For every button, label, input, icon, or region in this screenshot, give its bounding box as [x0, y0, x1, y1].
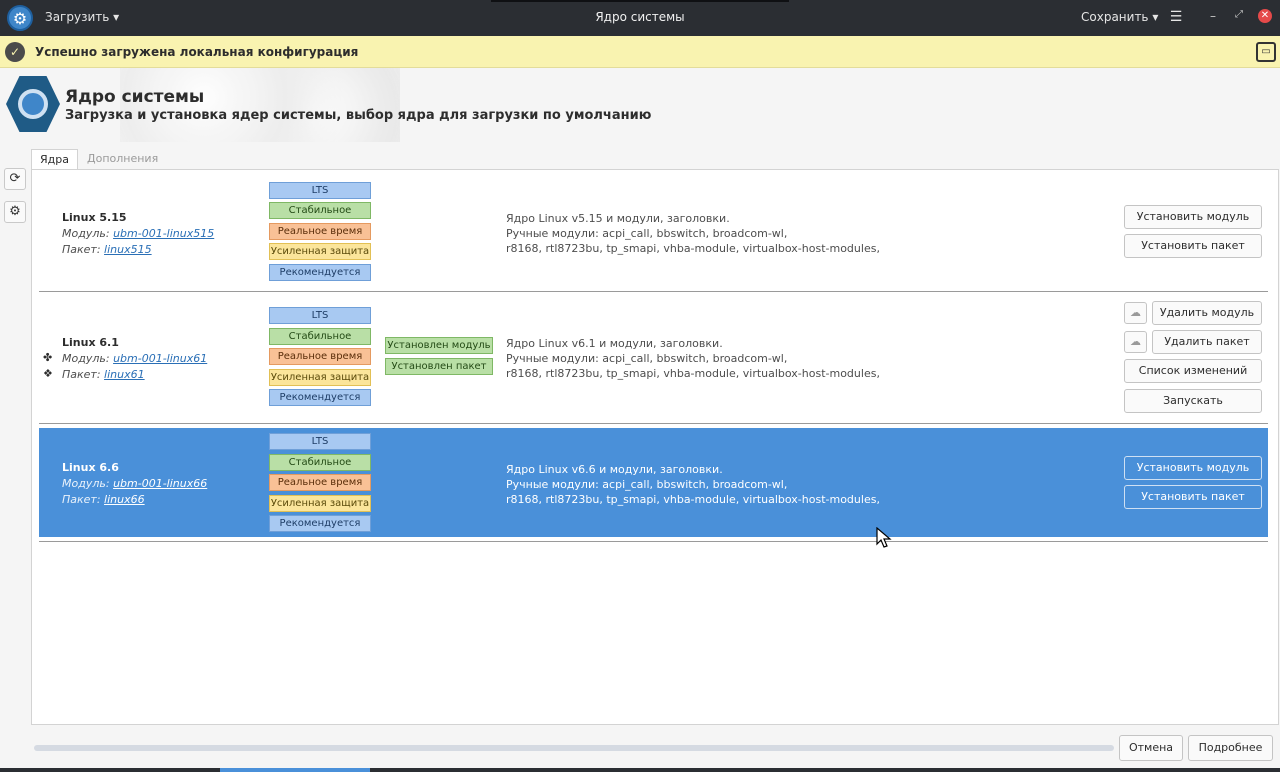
kernel-module: Модуль: ubm-001-linux66: [62, 477, 208, 490]
check-icon: ✓: [5, 42, 25, 62]
modules-icon: ✤: [43, 351, 53, 364]
tag-recommended: Рекомендуется: [269, 515, 371, 532]
cloud-icon[interactable]: ☁: [1124, 302, 1147, 324]
tab-extras[interactable]: Дополнения: [79, 149, 166, 170]
install-package-button[interactable]: Установить пакет: [1124, 485, 1262, 509]
installed-package-badge: Установлен пакет: [385, 358, 493, 375]
package-link[interactable]: linux66: [104, 493, 145, 506]
kernel-package: Пакет: linux61: [62, 368, 145, 381]
kernel-description: Ядро Linux v5.15 и модули, заголовки. Ру…: [506, 212, 880, 255]
tag-hardened: Усиленная защита: [269, 495, 371, 512]
launch-button[interactable]: Запускать: [1124, 389, 1262, 413]
kernel-row[interactable]: Linux 5.15 Модуль: ubm-001-linux515 Паке…: [39, 170, 1268, 292]
kernel-module: Модуль: ubm-001-linux61: [62, 352, 208, 365]
tag-lts: LTS: [269, 307, 371, 324]
cancel-button[interactable]: Отмена: [1119, 735, 1183, 761]
hamburger-menu-icon[interactable]: ☰: [1168, 9, 1184, 25]
kernels-panel: Linux 5.15 Модуль: ubm-001-linux515 Паке…: [31, 169, 1279, 725]
refresh-icon[interactable]: ⟳: [4, 168, 26, 190]
tag-recommended: Рекомендуется: [269, 264, 371, 281]
kernel-name: Linux 6.1: [62, 336, 119, 349]
title-bar-accent: [491, 0, 789, 2]
cloud-icon[interactable]: ☁: [1124, 331, 1147, 353]
kernel-package: Пакет: linux515: [62, 243, 152, 256]
tag-realtime: Реальное время: [269, 348, 371, 365]
remove-module-button[interactable]: Удалить модуль: [1152, 301, 1262, 325]
mouse-cursor-icon: [876, 527, 892, 548]
row-divider: [39, 423, 1268, 424]
module-link[interactable]: ubm-001-linux515: [113, 227, 214, 240]
install-module-button[interactable]: Установить модуль: [1124, 456, 1262, 480]
tab-kernels[interactable]: Ядра: [31, 149, 78, 170]
header-banner: Ядро системы Загрузка и установка ядер с…: [0, 68, 1280, 142]
kernel-module: Модуль: ubm-001-linux515: [62, 227, 215, 240]
notification-bar: ✓ Успешно загружена локальная конфигурац…: [0, 36, 1280, 68]
save-menu[interactable]: Сохранить ▾: [1081, 10, 1158, 24]
package-link[interactable]: linux61: [104, 368, 145, 381]
close-icon[interactable]: ✕: [1258, 9, 1272, 23]
kernel-logo-icon: [6, 76, 60, 132]
module-link[interactable]: ubm-001-linux61: [113, 352, 207, 365]
kernel-name: Linux 5.15: [62, 211, 127, 224]
kernel-description: Ядро Linux v6.1 и модули, заголовки. Руч…: [506, 337, 880, 380]
package-link[interactable]: linux515: [104, 243, 152, 256]
row-divider: [39, 541, 1268, 542]
remove-package-button[interactable]: Удалить пакет: [1152, 330, 1262, 354]
settings-gear-icon[interactable]: ⚙: [4, 201, 26, 223]
save-file-icon[interactable]: ▭: [1256, 42, 1276, 62]
row-divider-wrap: [39, 541, 1268, 542]
notification-message: Успешно загружена локальная конфигурация: [35, 45, 359, 59]
changelog-button[interactable]: Список изменений: [1124, 359, 1262, 383]
minimize-icon[interactable]: –: [1206, 9, 1220, 23]
tag-stable: Стабильное: [269, 202, 371, 219]
page-title: Ядро системы: [65, 87, 205, 107]
kernel-row-selected[interactable]: Linux 6.6 Модуль: ubm-001-linux66 Пакет:…: [39, 428, 1268, 537]
tag-lts: LTS: [269, 433, 371, 450]
taskbar-strip: [0, 768, 1280, 772]
module-link[interactable]: ubm-001-linux66: [113, 477, 207, 490]
tag-realtime: Реальное время: [269, 474, 371, 491]
installed-module-badge: Установлен модуль: [385, 337, 493, 354]
install-package-button[interactable]: Установить пакет: [1124, 234, 1262, 258]
package-icon: ❖: [43, 367, 53, 380]
tag-realtime: Реальное время: [269, 223, 371, 240]
progress-bar: [34, 745, 1114, 751]
tag-hardened: Усиленная защита: [269, 243, 371, 260]
tag-stable: Стабильное: [269, 454, 371, 471]
chevron-down-icon: ▾: [1148, 10, 1159, 24]
tag-recommended: Рекомендуется: [269, 389, 371, 406]
install-module-button[interactable]: Установить модуль: [1124, 205, 1262, 229]
kernel-name: Linux 6.6: [62, 461, 119, 474]
maximize-icon[interactable]: ⤢: [1232, 9, 1246, 23]
tag-lts: LTS: [269, 182, 371, 199]
kernel-description: Ядро Linux v6.6 и модули, заголовки. Руч…: [506, 463, 880, 506]
tag-stable: Стабильное: [269, 328, 371, 345]
kernel-row[interactable]: Linux 6.1 ✤ ❖ Модуль: ubm-001-linux61 Па…: [39, 292, 1268, 424]
title-bar: ⚙ Загрузить ▾ Ядро системы Сохранить ▾ ☰…: [0, 0, 1280, 36]
tag-hardened: Усиленная защита: [269, 369, 371, 386]
details-button[interactable]: Подробнее: [1188, 735, 1273, 761]
page-subtitle: Загрузка и установка ядер системы, выбор…: [65, 108, 652, 123]
kernel-package: Пакет: linux66: [62, 493, 145, 506]
